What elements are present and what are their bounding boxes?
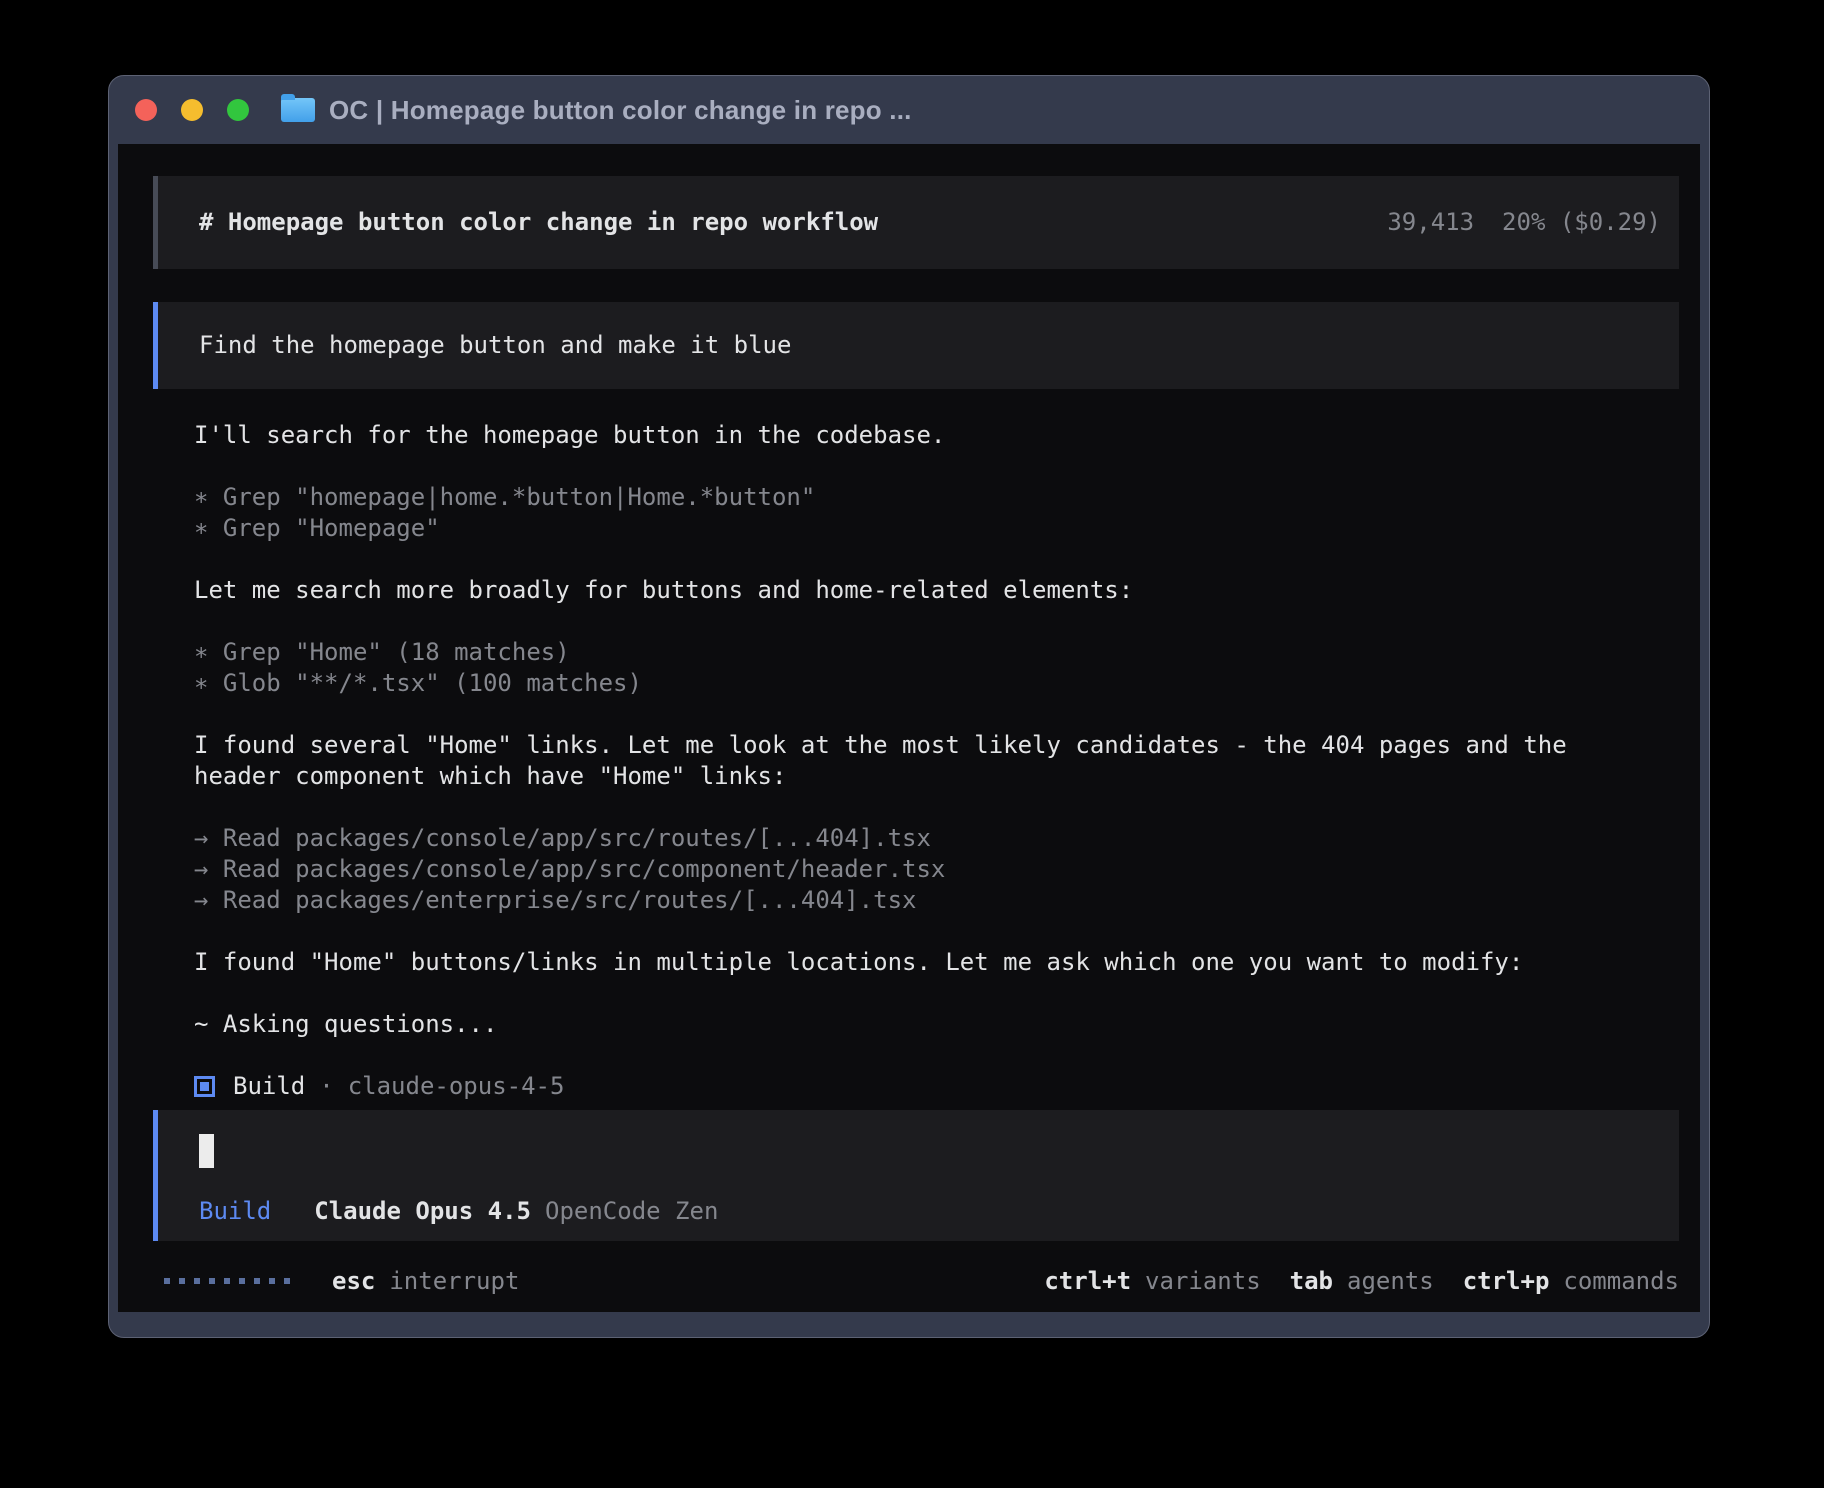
assistant-text: I found "Home" buttons/links in multiple… <box>194 947 1679 978</box>
spinner-dot <box>284 1278 290 1284</box>
assistant-text: I found several "Home" links. Let me loo… <box>194 730 1679 761</box>
hint-label: variants <box>1145 1267 1261 1295</box>
agent-icon <box>194 1076 215 1097</box>
prompt-input[interactable]: Build Claude Opus 4.5 OpenCode Zen <box>153 1110 1679 1241</box>
spinner-dot <box>224 1278 230 1284</box>
model-id: claude-opus-4-5 <box>348 1071 565 1102</box>
keyboard-hints: ctrl+t variants tab agents ctrl+p commands <box>1015 1267 1679 1295</box>
agent-status-row: Build · claude-opus-4-5 <box>194 1071 1679 1102</box>
folder-icon <box>281 98 315 122</box>
text-cursor <box>199 1134 214 1168</box>
status-bar: esc interrupt ctrl+t variants tab agents ct… <box>153 1265 1679 1296</box>
input-model-name: Claude Opus 4.5 <box>314 1196 531 1227</box>
tool-call-grep: ∗ Grep "homepage|home.*button|Home.*butt… <box>194 482 1679 513</box>
spinner-dot <box>269 1278 275 1284</box>
titlebar: OC | Homepage button color change in rep… <box>109 76 1709 144</box>
spinner-dot <box>239 1278 245 1284</box>
terminal-content: # Homepage button color change in repo w… <box>118 144 1700 1312</box>
spinner-dot <box>179 1278 185 1284</box>
assistant-text: Let me search more broadly for buttons a… <box>194 575 1679 606</box>
hint-commands: ctrl+p commands <box>1463 1267 1679 1295</box>
assistant-transcript: I'll search for the homepage button in t… <box>194 420 1679 1102</box>
tool-call-read: → Read packages/enterprise/src/routes/[.… <box>194 885 1679 916</box>
zoom-button[interactable] <box>227 99 249 121</box>
hint-key: ctrl+t <box>1044 1267 1131 1295</box>
hint-interrupt: esc interrupt <box>332 1267 519 1295</box>
session-title: # Homepage button color change in repo w… <box>199 207 878 238</box>
terminal-window: OC | Homepage button color change in rep… <box>108 75 1710 1338</box>
assistant-text: header component which have "Home" links… <box>194 761 1679 792</box>
hint-variants: ctrl+t variants <box>1044 1267 1260 1295</box>
spinner-dot <box>254 1278 260 1284</box>
hint-key: esc <box>332 1267 375 1295</box>
separator-dot: · <box>319 1071 333 1102</box>
token-count: 39,413 <box>1387 208 1474 236</box>
user-message-text: Find the homepage button and make it blu… <box>199 330 1661 361</box>
tool-call-read: → Read packages/console/app/src/routes/[… <box>194 823 1679 854</box>
input-agent-mode[interactable]: Build <box>199 1196 271 1227</box>
user-message: Find the homepage button and make it blu… <box>153 302 1679 389</box>
spinner-dots <box>164 1278 290 1284</box>
context-cost: 20% ($0.29) <box>1502 208 1661 236</box>
hint-label: commands <box>1563 1267 1679 1295</box>
spinner-dot <box>194 1278 200 1284</box>
hint-key: tab <box>1290 1267 1333 1295</box>
agent-name: Build <box>233 1071 305 1102</box>
spinner-dot <box>209 1278 215 1284</box>
session-header: # Homepage button color change in repo w… <box>153 176 1679 269</box>
spinner-dot <box>164 1278 170 1284</box>
hint-label: agents <box>1347 1267 1434 1295</box>
tool-call-read: → Read packages/console/app/src/componen… <box>194 854 1679 885</box>
close-button[interactable] <box>135 99 157 121</box>
tool-call-grep: ∗ Grep "Home" (18 matches) <box>194 637 1679 668</box>
session-stats: 39,413 20% ($0.29) <box>1387 207 1661 238</box>
window-title: OC | Homepage button color change in rep… <box>329 95 912 126</box>
traffic-lights <box>135 99 249 121</box>
input-status-row: Build Claude Opus 4.5 OpenCode Zen <box>199 1196 1661 1227</box>
hint-key: ctrl+p <box>1463 1267 1550 1295</box>
assistant-text: I'll search for the homepage button in t… <box>194 420 1679 451</box>
status-activity: ~ Asking questions... <box>194 1009 1679 1040</box>
minimize-button[interactable] <box>181 99 203 121</box>
input-provider-name: OpenCode Zen <box>545 1196 718 1227</box>
tool-call-glob: ∗ Glob "**/*.tsx" (100 matches) <box>194 668 1679 699</box>
hint-agents: tab agents <box>1290 1267 1434 1295</box>
tool-call-grep: ∗ Grep "Homepage" <box>194 513 1679 544</box>
hint-label: interrupt <box>389 1267 519 1295</box>
